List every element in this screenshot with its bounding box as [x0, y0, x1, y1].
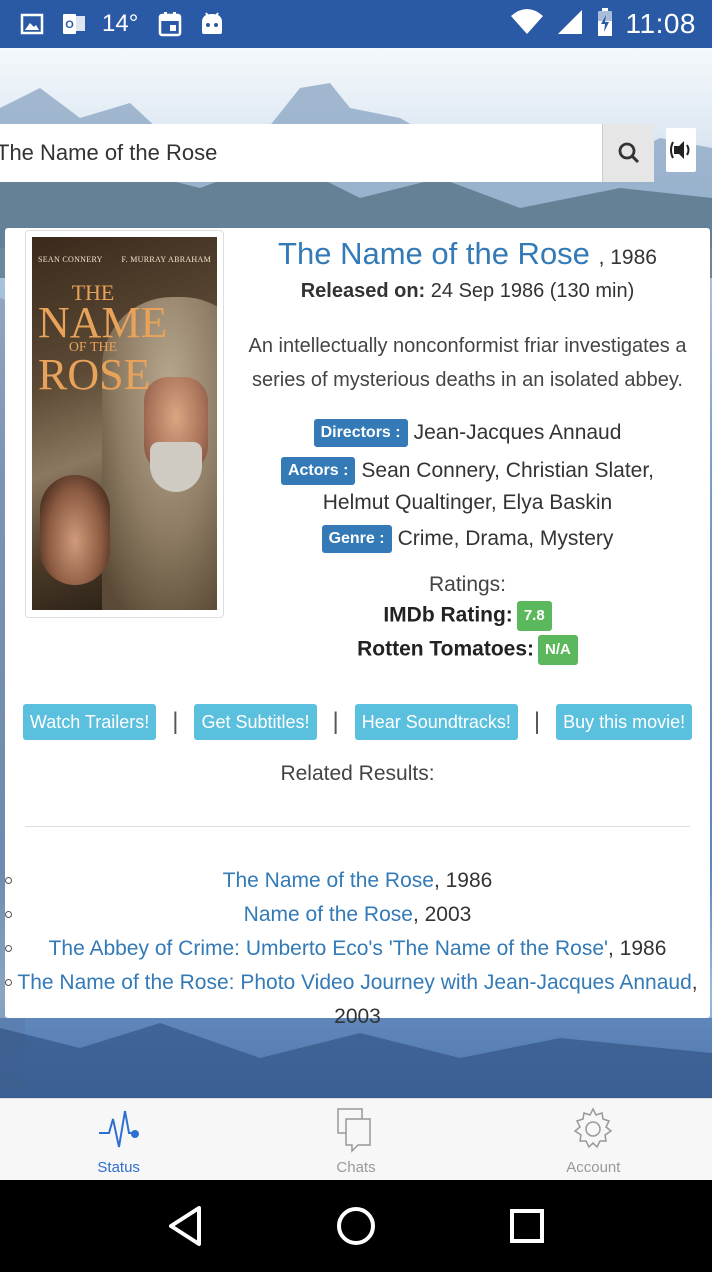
tab-chats-label: Chats — [336, 1159, 376, 1176]
recents-button[interactable] — [497, 1196, 557, 1256]
related-year: , 2003 — [412, 903, 472, 926]
ratings-heading: Ratings: — [428, 573, 507, 596]
divider — [25, 826, 690, 827]
genre-value: Crime, Drama, Mystery — [397, 527, 614, 550]
svg-text:O: O — [65, 19, 74, 31]
separator: | — [172, 708, 179, 735]
movie-title-line: The Name of the Rose , 1986 — [235, 236, 700, 272]
chat-icon — [337, 1108, 371, 1153]
home-button[interactable] — [326, 1196, 386, 1256]
actors-badge: Actors : — [280, 457, 356, 486]
movie-plot: An intellectually nonconformist friar in… — [248, 335, 687, 391]
imdb-rating-badge: 7.8 — [516, 601, 552, 631]
search-input[interactable] — [0, 124, 602, 182]
imdb-label: IMDb Rating: — [383, 603, 513, 627]
search-bar — [0, 124, 654, 182]
related-link[interactable]: The Abbey of Crime: Umberto Eco's 'The N… — [49, 937, 608, 960]
list-item: The Name of the Rose: Photo Video Journe… — [5, 966, 710, 1028]
related-link[interactable]: Name of the Rose — [244, 903, 413, 926]
imdb-rating-row: IMDb Rating: 7.8 — [235, 601, 700, 631]
android-icon — [198, 10, 226, 38]
genre-row: Genre : Crime, Drama, Mystery — [235, 523, 700, 555]
clock: 11:08 — [625, 8, 696, 39]
bottom-tab-bar: Status Chats Account — [0, 1098, 712, 1180]
bullet-icon — [5, 911, 12, 918]
home-icon — [336, 1207, 375, 1245]
navigation-bar — [0, 1180, 712, 1272]
back-icon — [169, 1206, 202, 1246]
poster-image: SEAN CONNERY F. MURRAY ABRAHAM THE NAME … — [32, 237, 217, 610]
outlook-icon: O — [60, 10, 88, 38]
movie-info: The Name of the Rose , 1986 Released on:… — [235, 228, 700, 665]
related-results-list: The Name of the Rose, 1986 Name of the R… — [5, 864, 710, 1028]
directors-value: Jean-Jacques Annaud — [413, 421, 622, 444]
hear-soundtracks-button[interactable]: Hear Soundtracks! — [354, 704, 518, 740]
related-link[interactable]: The Name of the Rose: Photo Video Journe… — [17, 971, 691, 994]
rotten-tomatoes-row: Rotten Tomatoes: N/A — [235, 635, 700, 665]
separator: | — [533, 708, 541, 735]
movie-poster[interactable]: SEAN CONNERY F. MURRAY ABRAHAM THE NAME … — [25, 230, 224, 618]
related-year: , 1986 — [608, 937, 667, 960]
list-item: The Name of the Rose, 1986 — [5, 864, 710, 898]
movie-title[interactable]: The Name of the Rose — [278, 236, 590, 271]
separator: | — [332, 708, 339, 735]
bullet-icon — [5, 945, 12, 952]
speak-button[interactable] — [666, 128, 696, 172]
wifi-icon — [510, 8, 544, 41]
buy-movie-button[interactable]: Buy this movie! — [556, 704, 693, 740]
get-subtitles-button[interactable]: Get Subtitles! — [194, 704, 317, 740]
calendar-icon — [156, 10, 184, 38]
bullet-icon — [5, 979, 12, 986]
rotten-tomatoes-label: Rotten Tomatoes: — [357, 637, 535, 661]
signal-icon — [556, 8, 584, 41]
movie-year: , 1986 — [598, 246, 657, 269]
search-button[interactable] — [602, 124, 654, 182]
list-item: Name of the Rose, 2003 — [5, 898, 710, 932]
released-label: Released on: — [300, 280, 426, 302]
tab-chats[interactable]: Chats — [237, 1099, 474, 1180]
battery-icon — [596, 7, 614, 42]
recents-icon — [509, 1209, 544, 1243]
action-buttons: Watch Trailers! | Get Subtitles! | Hear … — [5, 704, 710, 740]
directors-badge: Directors : — [313, 419, 408, 448]
actors-value: Sean Connery, Christian Slater, Helmut Q… — [322, 459, 655, 514]
pulse-icon — [98, 1110, 139, 1148]
released-value: 24 Sep 1986 (130 min) — [430, 280, 635, 302]
gear-icon — [574, 1107, 613, 1149]
back-button[interactable] — [155, 1196, 215, 1256]
genre-badge: Genre : — [321, 525, 392, 554]
release-info: Released on: 24 Sep 1986 (130 min) — [235, 280, 700, 303]
related-results-heading: Related Results: — [280, 762, 435, 785]
related-year: , 1986 — [433, 869, 493, 892]
poster-title: THE NAME OF THE ROSE — [38, 280, 168, 399]
directors-row: Directors : Jean-Jacques Annaud — [235, 417, 700, 449]
search-icon — [618, 142, 639, 164]
gallery-icon — [18, 10, 46, 38]
watch-trailers-button[interactable]: Watch Trailers! — [22, 704, 157, 740]
tab-status[interactable]: Status — [0, 1099, 237, 1180]
status-bar: O 14° 11:08 — [0, 0, 712, 48]
temperature-label: 14° — [102, 10, 139, 37]
speaker-icon — [670, 141, 690, 159]
actors-row: Actors : Sean Connery, Christian Slater, … — [235, 455, 700, 519]
poster-credits: SEAN CONNERY F. MURRAY ABRAHAM — [38, 255, 211, 264]
movie-card: SEAN CONNERY F. MURRAY ABRAHAM THE NAME … — [5, 228, 710, 1028]
related-link[interactable]: The Name of the Rose — [223, 869, 434, 892]
tab-status-label: Status — [97, 1159, 140, 1176]
tab-account-label: Account — [566, 1159, 621, 1176]
tab-account[interactable]: Account — [475, 1099, 712, 1180]
rotten-tomatoes-badge: N/A — [538, 635, 578, 665]
list-item: The Abbey of Crime: Umberto Eco's 'The N… — [5, 932, 710, 966]
bullet-icon — [5, 877, 12, 884]
